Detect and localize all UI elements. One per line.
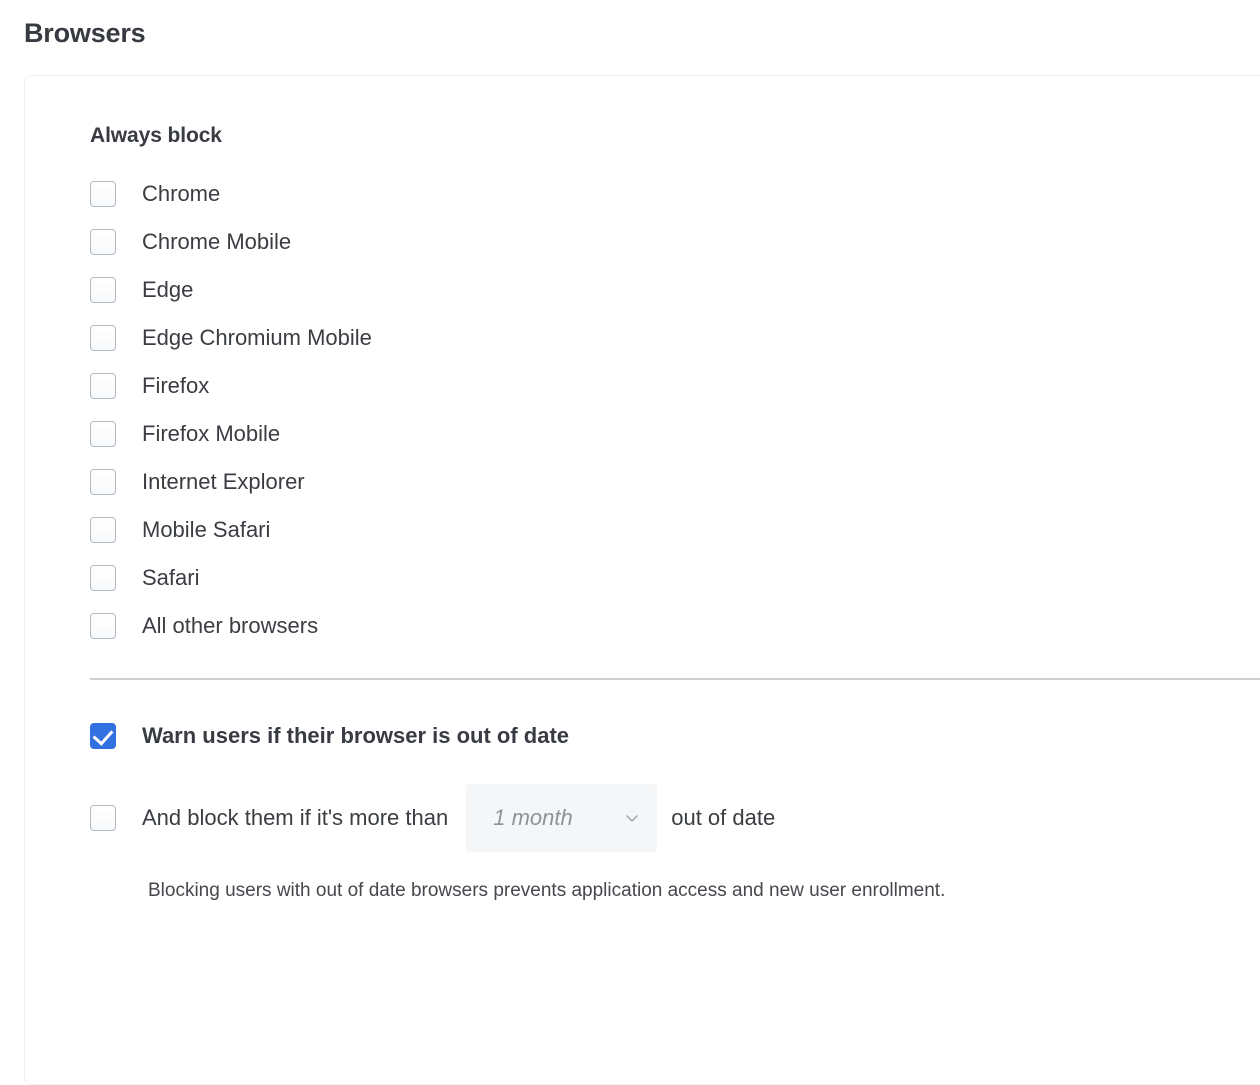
block-out-of-date-row[interactable]: And block them if it's more than 1 month… bbox=[90, 784, 1260, 852]
checkbox-label: Firefox bbox=[142, 375, 209, 397]
list-item[interactable]: Edge bbox=[90, 266, 1260, 314]
checkbox-chrome-mobile[interactable] bbox=[90, 229, 116, 255]
checkbox-label: Edge Chromium Mobile bbox=[142, 327, 372, 349]
checkbox-label: Edge bbox=[142, 279, 193, 301]
checkbox-label: Firefox Mobile bbox=[142, 423, 280, 445]
checkmark-icon bbox=[93, 724, 114, 745]
checkbox-warn-out-of-date[interactable] bbox=[90, 723, 116, 749]
list-item[interactable]: All other browsers bbox=[90, 602, 1260, 650]
list-item[interactable]: Firefox Mobile bbox=[90, 410, 1260, 458]
checkbox-safari[interactable] bbox=[90, 565, 116, 591]
warn-out-of-date-row[interactable]: Warn users if their browser is out of da… bbox=[90, 712, 1260, 760]
checkbox-label: Chrome bbox=[142, 183, 220, 205]
list-item[interactable]: Edge Chromium Mobile bbox=[90, 314, 1260, 362]
blocking-helper-note: Blocking users with out of date browsers… bbox=[148, 880, 1260, 902]
list-item[interactable]: Chrome bbox=[90, 170, 1260, 218]
checkbox-mobile-safari[interactable] bbox=[90, 517, 116, 543]
section-divider bbox=[90, 678, 1260, 680]
checkbox-label: Mobile Safari bbox=[142, 519, 270, 541]
list-item[interactable]: Mobile Safari bbox=[90, 506, 1260, 554]
browsers-settings-card: Always block Chrome Chrome Mobile Edge E… bbox=[24, 75, 1260, 1085]
out-of-date-duration-select[interactable]: 1 month bbox=[466, 784, 657, 852]
out-of-date-settings: Warn users if their browser is out of da… bbox=[90, 712, 1260, 902]
always-block-browser-list: Chrome Chrome Mobile Edge Edge Chromium … bbox=[90, 170, 1260, 650]
checkbox-internet-explorer[interactable] bbox=[90, 469, 116, 495]
out-of-date-trailing-label: out of date bbox=[671, 805, 775, 831]
checkbox-all-other-browsers[interactable] bbox=[90, 613, 116, 639]
list-item[interactable]: Safari bbox=[90, 554, 1260, 602]
list-item[interactable]: Firefox bbox=[90, 362, 1260, 410]
checkbox-label: And block them if it's more than bbox=[142, 807, 448, 829]
checkbox-firefox-mobile[interactable] bbox=[90, 421, 116, 447]
out-of-date-duration-value: 1 month bbox=[493, 805, 573, 831]
checkbox-firefox[interactable] bbox=[90, 373, 116, 399]
checkbox-label: Warn users if their browser is out of da… bbox=[142, 725, 569, 747]
checkbox-edge-chromium-mobile[interactable] bbox=[90, 325, 116, 351]
checkbox-block-out-of-date[interactable] bbox=[90, 805, 116, 831]
list-item[interactable]: Chrome Mobile bbox=[90, 218, 1260, 266]
page-title: Browsers bbox=[24, 18, 145, 49]
checkbox-label: All other browsers bbox=[142, 615, 318, 637]
list-item[interactable]: Internet Explorer bbox=[90, 458, 1260, 506]
always-block-heading: Always block bbox=[90, 124, 1260, 148]
checkbox-label: Internet Explorer bbox=[142, 471, 305, 493]
checkbox-edge[interactable] bbox=[90, 277, 116, 303]
checkbox-label: Chrome Mobile bbox=[142, 231, 291, 253]
checkbox-chrome[interactable] bbox=[90, 181, 116, 207]
chevron-down-icon bbox=[625, 811, 639, 825]
checkbox-label: Safari bbox=[142, 567, 199, 589]
